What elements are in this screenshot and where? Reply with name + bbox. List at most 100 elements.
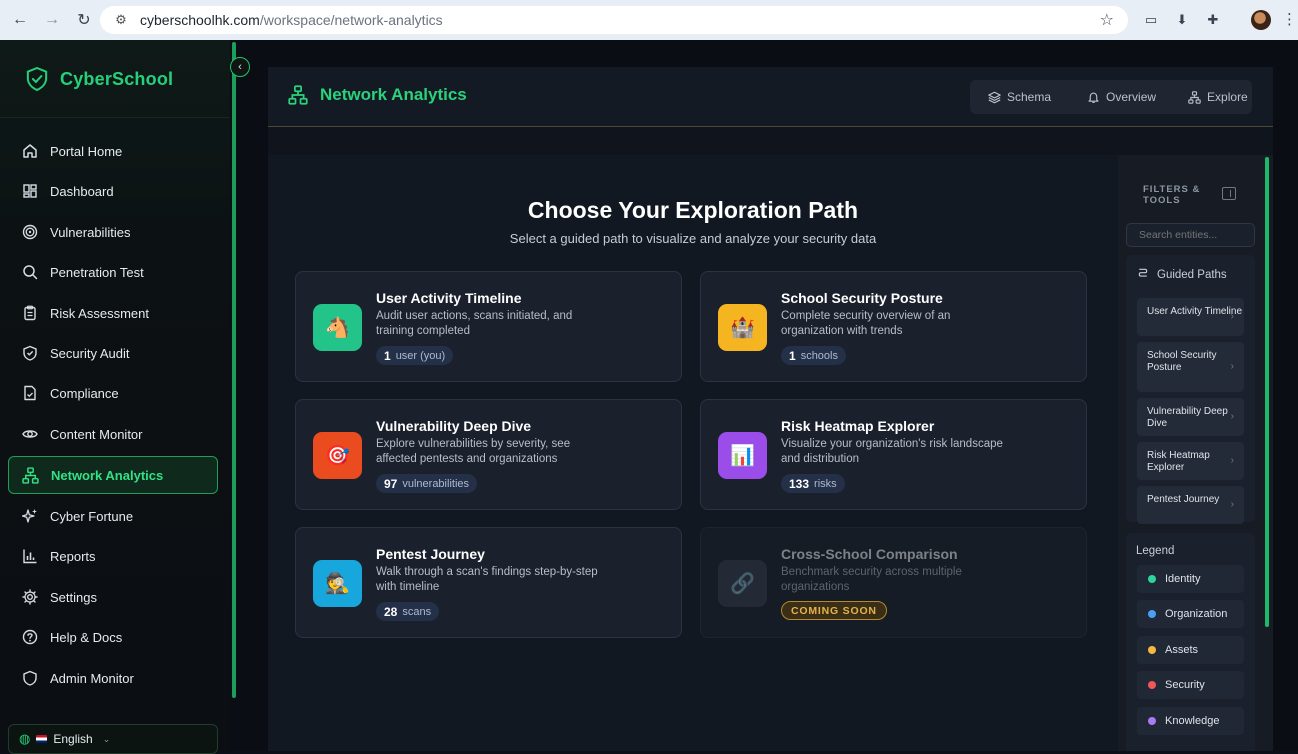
guided-path-user-activity[interactable]: User Activity Timeline › xyxy=(1137,298,1244,336)
chevron-right-icon: › xyxy=(1230,455,1234,466)
guided-path-school-posture[interactable]: School Security Posture › xyxy=(1137,342,1244,392)
guided-paths-title: Guided Paths xyxy=(1137,267,1227,282)
home-icon xyxy=(21,143,38,160)
legend-dot xyxy=(1148,575,1156,583)
card-description: Benchmark security across multiple organ… xyxy=(781,566,962,593)
sidebar-item-network-analytics[interactable]: Network Analytics xyxy=(8,456,218,494)
sidebar-item-portal-home[interactable]: Portal Home xyxy=(8,133,218,169)
sidebar-scrollbar[interactable] xyxy=(232,42,236,698)
entity-search-input[interactable] xyxy=(1126,223,1255,247)
url-host: cyberschoolhk.com xyxy=(140,12,260,28)
sidebar-item-cyber-fortune[interactable]: Cyber Fortune xyxy=(8,498,218,534)
count-unit: user (you) xyxy=(395,349,446,362)
file-check-icon xyxy=(21,385,38,402)
sidebar-item-admin-monitor[interactable]: Admin Monitor xyxy=(8,660,218,696)
card-description: Visualize your organization's risk lands… xyxy=(781,438,1003,465)
sidebar-item-settings[interactable]: Settings xyxy=(8,579,218,615)
collapse-sidebar-button[interactable]: ‹ xyxy=(230,57,250,77)
filters-panel: FILTERS & TOOLS Guided Paths User Activi… xyxy=(1118,155,1273,751)
legend-item-identity[interactable]: Identity xyxy=(1137,565,1244,593)
address-bar[interactable]: ⚙ cyberschoolhk.com/workspace/network-an… xyxy=(100,6,1128,34)
guided-paths-label: Guided Paths xyxy=(1157,268,1227,281)
chevron-left-icon: ‹ xyxy=(238,61,242,73)
legend-item-organization[interactable]: Organization xyxy=(1137,600,1244,628)
legend-dot xyxy=(1148,717,1156,725)
panel-toggle-icon[interactable] xyxy=(1222,187,1236,200)
legend-label: Security xyxy=(1165,679,1205,691)
sidebar-item-risk-assessment[interactable]: Risk Assessment xyxy=(8,295,218,331)
clipboard-icon xyxy=(21,305,38,322)
legend-section: Legend Identity Organization Assets Secu… xyxy=(1126,533,1255,751)
path-card-school-posture[interactable]: 🏰 School Security Posture Complete secur… xyxy=(700,271,1087,382)
card-title: School Security Posture xyxy=(781,290,943,306)
sidebar-item-vulnerabilities[interactable]: Vulnerabilities xyxy=(8,214,218,250)
legend-item-knowledge[interactable]: Knowledge xyxy=(1137,707,1244,735)
sidebar-item-penetration-test[interactable]: Penetration Test xyxy=(8,254,218,290)
legend-item-assets[interactable]: Assets xyxy=(1137,636,1244,664)
sidebar-item-dashboard[interactable]: Dashboard xyxy=(8,173,218,209)
sidebar-item-label: Reports xyxy=(50,548,96,564)
legend-label: Organization xyxy=(1165,608,1228,620)
card-description: Complete security overview of an organiz… xyxy=(781,310,951,337)
path-card-risk-heatmap[interactable]: 📊 Risk Heatmap Explorer Visualize your o… xyxy=(700,399,1087,510)
count-unit: risks xyxy=(814,477,837,490)
network-icon xyxy=(1187,90,1201,104)
site-settings-icon[interactable]: ⚙ xyxy=(112,11,130,29)
sidebar-item-label: Content Monitor xyxy=(50,426,143,442)
path-card-pentest-journey[interactable]: 🕵 Pentest Journey Walk through a scan's … xyxy=(295,527,682,638)
help-icon xyxy=(21,629,38,646)
brand[interactable]: CyberSchool xyxy=(26,67,173,91)
chevron-right-icon: › xyxy=(1230,361,1234,372)
castle-icon: 🏰 xyxy=(718,304,767,351)
overview-label: Overview xyxy=(1106,90,1157,104)
schema-label: Schema xyxy=(1007,90,1052,104)
path-card-user-activity[interactable]: 🐴 User Activity Timeline Audit user acti… xyxy=(295,271,682,382)
count-value: 28 xyxy=(384,604,398,619)
globe-icon: ◍ xyxy=(19,731,31,746)
count-value: 133 xyxy=(789,476,810,491)
extension-icon[interactable]: ▭ xyxy=(1141,10,1161,30)
panel-scrollbar[interactable] xyxy=(1265,157,1269,627)
app-root: CyberSchool Portal Home Dashboard Vulner… xyxy=(0,40,1298,754)
profile-avatar[interactable] xyxy=(1251,10,1271,30)
language-selector[interactable]: ◍ English ⌄ xyxy=(8,724,218,754)
sidebar-item-help-docs[interactable]: Help & Docs xyxy=(8,619,218,655)
schema-view-button[interactable]: Schema xyxy=(987,80,1051,114)
sidebar-item-label: Penetration Test xyxy=(50,264,144,280)
card-title: Risk Heatmap Explorer xyxy=(781,418,935,434)
path-card-vulnerability[interactable]: 🎯 Vulnerability Deep Dive Explore vulner… xyxy=(295,399,682,510)
page-title: Network Analytics xyxy=(288,85,467,105)
guided-path-label: Vulnerability Deep Dive xyxy=(1147,406,1228,429)
browser-toolbar: ← → ↻ ⚙ cyberschoolhk.com/workspace/netw… xyxy=(0,0,1298,40)
explore-view-button[interactable]: Explore xyxy=(1187,80,1248,114)
guided-path-risk-heatmap[interactable]: Risk Heatmap Explorer › xyxy=(1137,442,1244,480)
bookmark-star-icon[interactable]: ☆ xyxy=(1100,10,1114,30)
guided-path-label: Risk Heatmap Explorer xyxy=(1147,450,1210,473)
guided-path-vulnerability[interactable]: Vulnerability Deep Dive › xyxy=(1137,398,1244,436)
sidebar-item-security-audit[interactable]: Security Audit xyxy=(8,335,218,371)
sidebar-item-label: Security Audit xyxy=(50,345,130,361)
overview-view-button[interactable]: Overview xyxy=(1086,80,1156,114)
section-heading: Choose Your Exploration Path xyxy=(527,197,859,223)
card-description: Walk through a scan's findings step-by-s… xyxy=(376,566,598,593)
back-icon[interactable]: ← xyxy=(6,6,34,34)
sidebar-item-reports[interactable]: Reports xyxy=(8,538,218,574)
reload-icon[interactable]: ↻ xyxy=(70,6,98,34)
card-description: Audit user actions, scans initiated, and… xyxy=(376,310,573,337)
sidebar: CyberSchool Portal Home Dashboard Vulner… xyxy=(0,40,230,754)
browser-menu-icon[interactable]: ⋮ xyxy=(1282,10,1297,28)
sidebar-item-compliance[interactable]: Compliance xyxy=(8,375,218,411)
guided-path-pentest[interactable]: Pentest Journey › xyxy=(1137,486,1244,524)
card-title: Cross-School Comparison xyxy=(781,546,958,562)
legend-item-security[interactable]: Security xyxy=(1137,671,1244,699)
sidebar-item-label: Help & Docs xyxy=(50,629,123,645)
card-description: Explore vulnerabilities by severity, see… xyxy=(376,438,571,465)
count-value: 97 xyxy=(384,476,398,491)
download-icon[interactable]: ⬇ xyxy=(1172,10,1192,30)
coming-soon-badge: COMING SOON xyxy=(781,601,887,620)
count-unit: schools xyxy=(800,349,838,362)
sidebar-item-content-monitor[interactable]: Content Monitor xyxy=(8,416,218,452)
count-badge: 133 risks xyxy=(781,474,845,493)
puzzle-icon[interactable]: ✚ xyxy=(1203,10,1223,30)
forward-icon[interactable]: → xyxy=(38,6,66,34)
